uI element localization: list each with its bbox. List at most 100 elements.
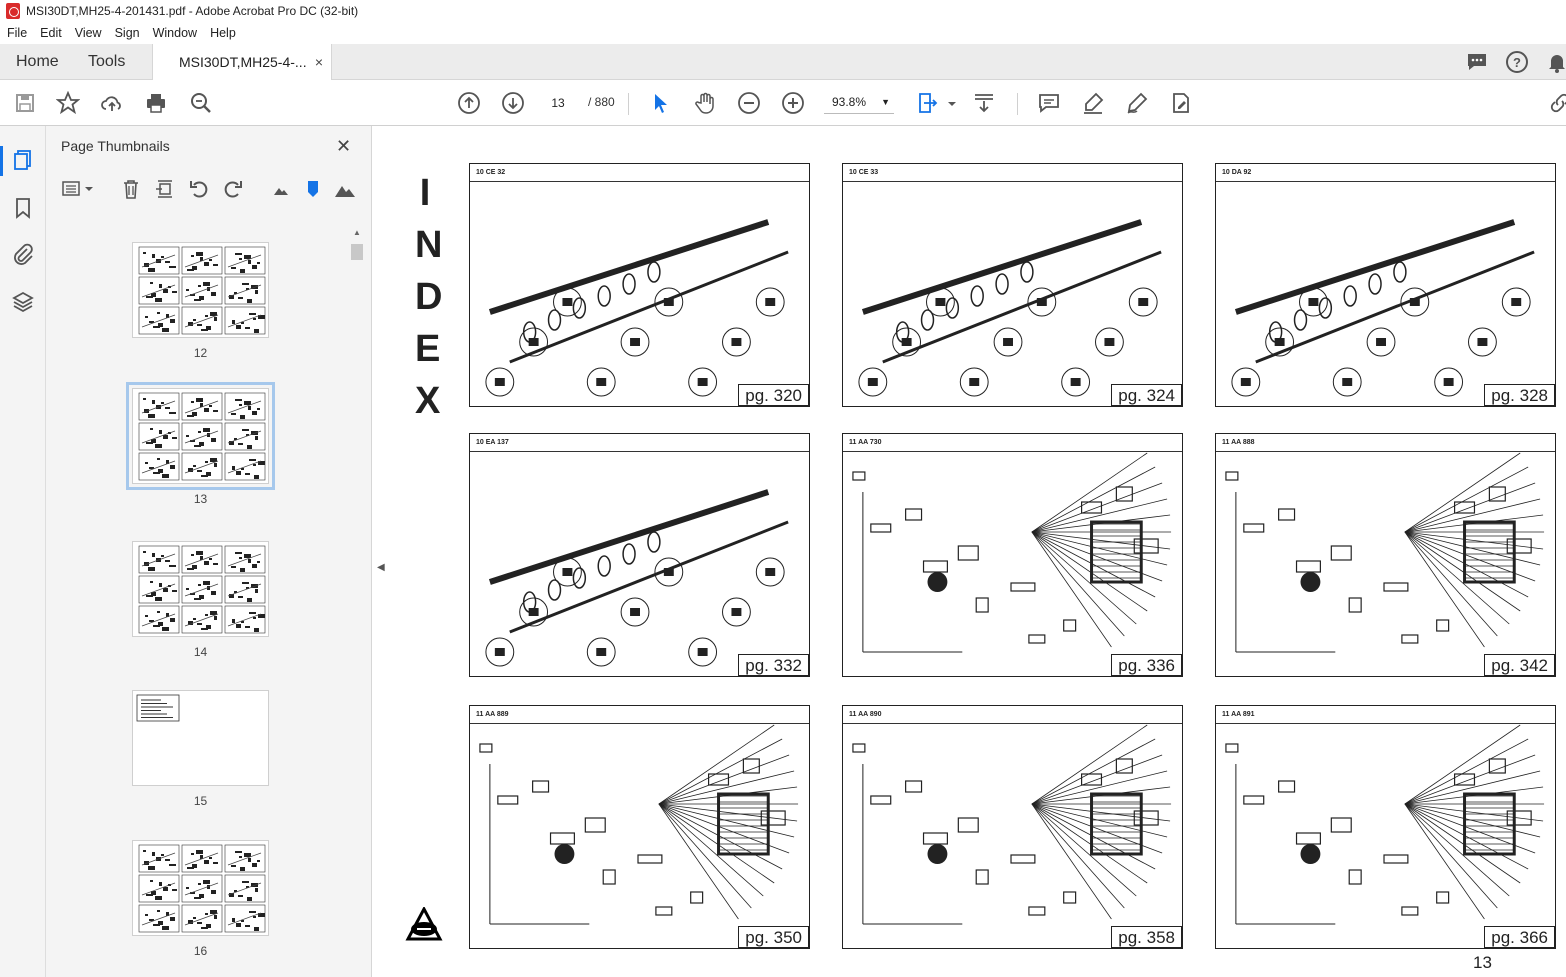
thumbnail-page-label: 16 [193, 944, 208, 958]
menu-view[interactable]: View [68, 26, 108, 40]
rotate-clockwise-icon[interactable] [222, 178, 244, 200]
comment-bubble-icon[interactable] [1465, 50, 1489, 74]
edit-pdf-icon[interactable] [1169, 91, 1193, 115]
page-thumbnail[interactable]: 15 [132, 690, 269, 808]
page-thumbnail[interactable]: 12 [132, 242, 269, 360]
index-sheet[interactable]: 11 AA 889 pg. 350 [469, 705, 810, 949]
fit-options-caret-icon[interactable] [940, 91, 956, 115]
zoom-level-select[interactable]: 93.8% ▼ [824, 90, 894, 114]
notification-bell-icon[interactable] [1545, 50, 1566, 74]
sheet-header: 11 AA 730 [843, 434, 1182, 452]
thumbnails-panel: Page Thumbnails ✕ ▲ 12 13 14 15 16 [46, 126, 372, 977]
manufacturer-logo [404, 905, 444, 943]
thumbnail-image [132, 840, 269, 936]
sheet-header: 10 EA 137 [470, 434, 809, 452]
index-sheet[interactable]: 10 CE 32 pg. 320 [469, 163, 810, 407]
sheet-header: 10 DA 92 [1216, 164, 1555, 182]
menu-help[interactable]: Help [203, 26, 242, 40]
close-panel-icon[interactable]: ✕ [336, 136, 351, 157]
menu-edit[interactable]: Edit [33, 26, 68, 40]
active-indicator [0, 146, 3, 176]
thumbnail-page-label: 13 [193, 492, 208, 506]
index-sheet[interactable]: 11 AA 891 pg. 366 [1215, 705, 1556, 949]
delete-page-icon[interactable] [120, 178, 142, 200]
share-link-icon[interactable] [1548, 91, 1566, 115]
help-icon[interactable]: ? [1505, 50, 1529, 74]
fit-page-icon[interactable] [916, 91, 940, 115]
thumbnail-large-icon[interactable] [334, 178, 356, 200]
thumbnail-list: 12 13 14 15 16 [46, 218, 372, 977]
thumbnail-page-label: 15 [193, 794, 208, 808]
sheet-page-reference: pg. 328 [1484, 384, 1555, 406]
sheet-drawing [485, 219, 789, 397]
previous-page-icon[interactable] [457, 91, 481, 115]
draw-sign-icon[interactable] [1125, 91, 1149, 115]
sheet-code: 11 AA 889 [476, 711, 509, 718]
attachments-paperclip-icon[interactable] [11, 242, 35, 266]
page-number-input[interactable]: 13 [543, 90, 573, 114]
menu-window[interactable]: Window [146, 26, 203, 40]
tab-home[interactable]: Home [16, 44, 59, 80]
sheet-code: 10 DA 92 [1222, 169, 1252, 176]
page-thumbnail[interactable]: 13 [126, 382, 275, 506]
index-sheet[interactable]: 11 AA 730 pg. 336 [842, 433, 1183, 677]
thumbnail-page-label: 14 [193, 645, 208, 659]
highlight-pen-icon[interactable] [1081, 91, 1105, 115]
bookmarks-icon[interactable] [11, 196, 35, 220]
hand-tool-icon[interactable] [693, 91, 717, 115]
tab-document[interactable]: MSI30DT,MH25-4-... × [152, 44, 332, 81]
total-pages: / 880 [588, 95, 615, 109]
svg-text:?: ? [1513, 55, 1521, 70]
upload-cloud-icon[interactable] [100, 91, 124, 115]
index-sheet[interactable]: 11 AA 890 pg. 358 [842, 705, 1183, 949]
thumbnail-options-icon[interactable] [61, 178, 95, 200]
window-title: MSI30DT,MH25-4-201431.pdf - Adobe Acroba… [26, 4, 359, 18]
zoom-out-icon[interactable] [737, 91, 761, 115]
zoom-in-icon[interactable] [781, 91, 805, 115]
sheet-code: 11 AA 891 [1222, 711, 1255, 718]
insert-page-icon[interactable] [154, 178, 176, 200]
menu-file[interactable]: File [0, 26, 33, 40]
comment-icon[interactable] [1037, 91, 1061, 115]
save-icon[interactable] [13, 91, 37, 115]
page-thumbnail[interactable]: 14 [132, 541, 269, 659]
thumbnail-size-slider[interactable] [302, 178, 324, 200]
sheet-header: 11 AA 891 [1216, 706, 1555, 724]
thumbnail-image [132, 541, 269, 637]
index-sheet[interactable]: 10 EA 137 pg. 332 [469, 433, 810, 677]
panel-title: Page Thumbnails [61, 138, 170, 154]
sheet-code: 10 CE 32 [476, 169, 506, 176]
index-sheet[interactable]: 10 CE 33 pg. 324 [842, 163, 1183, 407]
sheet-header: 11 AA 888 [1216, 434, 1555, 452]
bookmark-star-icon[interactable] [55, 90, 81, 115]
zoom-search-icon[interactable] [189, 91, 213, 115]
sheet-page-reference: pg. 320 [738, 384, 809, 406]
page-thumbnails-icon[interactable] [11, 148, 35, 172]
index-sheet[interactable]: 11 AA 888 pg. 342 [1215, 433, 1556, 677]
page-thumbnail[interactable]: 16 [132, 840, 269, 958]
index-letter: I [419, 172, 431, 214]
scroll-mode-icon[interactable] [972, 91, 996, 115]
select-cursor-icon[interactable] [649, 91, 673, 115]
rotate-counterclockwise-icon[interactable] [188, 178, 210, 200]
thumbnail-small-icon[interactable] [270, 178, 292, 200]
sheet-page-reference: pg. 342 [1484, 654, 1555, 676]
thumbnail-image [132, 242, 269, 338]
sheet-header: 11 AA 889 [470, 706, 809, 724]
sheet-drawing [1225, 724, 1545, 925]
tab-document-label: MSI30DT,MH25-4-... [179, 54, 307, 70]
collapse-panel-icon[interactable]: ◀ [377, 562, 385, 573]
thumbnail-image [132, 690, 269, 786]
close-tab-icon[interactable]: × [315, 44, 323, 80]
print-icon[interactable] [144, 91, 168, 115]
index-sheet[interactable]: 10 DA 92 pg. 328 [1215, 163, 1556, 407]
sheet-drawing [485, 489, 789, 667]
index-letter: D [415, 276, 443, 318]
document-view[interactable]: I N D E X 10 CE 32 pg. 320 10 CE 33 pg. 324… [390, 127, 1566, 977]
next-page-icon[interactable] [501, 91, 525, 115]
sheet-page-reference: pg. 336 [1111, 654, 1182, 676]
menu-sign[interactable]: Sign [108, 26, 146, 40]
toolbar-divider [628, 93, 629, 115]
tab-tools[interactable]: Tools [88, 44, 125, 80]
layers-icon[interactable] [11, 290, 35, 314]
